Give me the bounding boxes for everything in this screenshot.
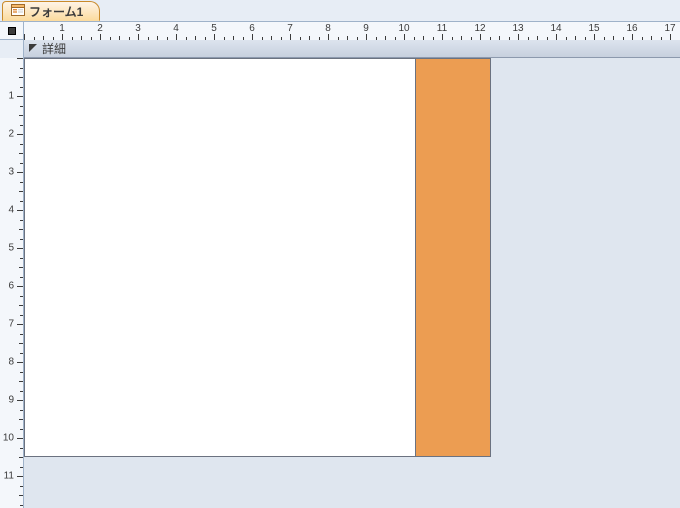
hruler-label: 8 — [325, 23, 331, 34]
vruler-label: 10 — [3, 433, 14, 444]
hruler-label: 2 — [97, 23, 103, 34]
hruler-label: 4 — [173, 23, 179, 34]
design-surface[interactable] — [24, 58, 680, 508]
vruler-label: 9 — [8, 395, 14, 406]
hruler-label: 9 — [363, 23, 369, 34]
hruler-label: 14 — [550, 23, 561, 34]
form-selector-icon — [8, 27, 16, 35]
orange-rectangle-control[interactable] — [415, 59, 491, 456]
hruler-label: 12 — [474, 23, 485, 34]
vruler-label: 3 — [8, 167, 14, 178]
section-header-row: 詳細 — [0, 40, 680, 58]
detail-section-header[interactable]: 詳細 — [24, 40, 680, 57]
vruler-label: 6 — [8, 281, 14, 292]
vruler-label: 1 — [8, 91, 14, 102]
vruler-label: 11 — [4, 471, 14, 482]
horizontal-ruler[interactable]: 1234567891011121314151617 — [24, 22, 680, 40]
hruler-label: 15 — [588, 23, 599, 34]
canvas-left-region[interactable] — [25, 59, 415, 456]
horizontal-ruler-row: 1234567891011121314151617 — [0, 22, 680, 40]
vertical-ruler[interactable]: 123456789101112 — [0, 58, 24, 508]
section-left-stub — [0, 40, 24, 58]
form-selector-box[interactable] — [0, 22, 24, 40]
form-icon — [11, 4, 25, 19]
vruler-label: 8 — [8, 357, 14, 368]
hruler-label: 17 — [664, 23, 675, 34]
section-marker-icon — [28, 42, 38, 56]
tab-bar: フォーム1 — [0, 0, 680, 22]
vruler-label: 4 — [8, 205, 14, 216]
hruler-label: 6 — [249, 23, 255, 34]
tab-form1[interactable]: フォーム1 — [2, 1, 100, 21]
hruler-label: 13 — [512, 23, 523, 34]
vruler-label: 5 — [8, 243, 14, 254]
vruler-label: 7 — [8, 319, 14, 330]
form-canvas[interactable] — [24, 58, 491, 457]
hruler-label: 5 — [211, 23, 217, 34]
hruler-label: 7 — [287, 23, 293, 34]
vruler-label: 2 — [8, 129, 14, 140]
body-row: 123456789101112 — [0, 58, 680, 508]
hruler-label: 16 — [626, 23, 637, 34]
tab-title: フォーム1 — [29, 3, 83, 20]
hruler-label: 1 — [59, 23, 65, 34]
detail-section-label: 詳細 — [42, 40, 66, 57]
hruler-label: 3 — [135, 23, 141, 34]
hruler-label: 11 — [437, 23, 447, 34]
hruler-label: 10 — [398, 23, 409, 34]
